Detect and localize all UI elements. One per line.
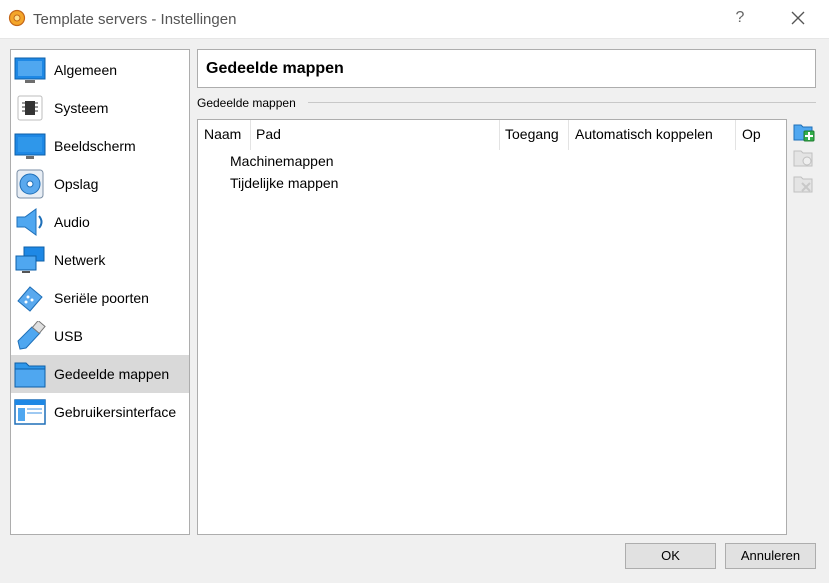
column-separator [568,120,569,150]
shared-folder-icon [14,362,46,388]
tree-item-tijdelijke-mappen[interactable]: Tijdelijke mappen [230,175,338,191]
help-button[interactable]: ? [732,9,748,27]
speaker-icon [16,208,43,236]
sidebar-item-label: Netwerk [54,252,106,268]
chip-icon [17,95,43,121]
remove-shared-folder-icon[interactable] [793,173,815,195]
sidebar-item-beeldscherm[interactable]: Beeldscherm [11,127,189,165]
sidebar-item-systeem[interactable]: Systeem [11,89,189,127]
sidebar-item-algemeen[interactable]: Algemeen [11,51,189,89]
column-separator [499,120,500,150]
add-shared-folder-icon[interactable] [793,121,815,143]
disk-icon [16,169,44,199]
tree-item-machinemappen[interactable]: Machinemappen [230,153,334,169]
sidebar-item-label: Opslag [54,176,99,192]
display-icon [14,133,46,159]
sidebar-item-label: Algemeen [54,62,118,78]
page-title: Gedeelde mappen [206,60,344,77]
sidebar-item-label: Beeldscherm [54,138,136,154]
column-header-automatisch-koppelen[interactable]: Automatisch koppelen [575,126,713,142]
usb-icon [17,321,46,350]
sidebar-item-gedeelde-mappen[interactable]: Gedeelde mappen [11,355,189,393]
sidebar-item-audio[interactable]: Audio [11,203,189,241]
sidebar-item-opslag[interactable]: Opslag [11,165,189,203]
sidebar-item-label: Seriële poorten [54,290,149,306]
virtualbox-icon [8,9,26,27]
sidebar-item-label: Systeem [54,100,109,116]
network-icon [15,246,45,273]
column-separator [735,120,736,150]
window-title: Template servers - Instellingen [33,11,237,28]
column-separator [250,120,251,150]
general-monitor-icon [14,57,46,83]
edit-shared-folder-icon[interactable] [793,147,815,169]
ok-button[interactable]: OK [625,543,716,569]
column-header-naam[interactable]: Naam [204,126,241,142]
group-divider [308,102,816,103]
sidebar-item-seriele-poorten[interactable]: Seriële poorten [11,279,189,317]
page-header: Gedeelde mappen [197,49,816,88]
user-interface-icon [14,399,46,425]
shared-folders-table[interactable]: Naam Pad Toegang Automatisch koppelen Op… [197,119,787,535]
column-header-toegang[interactable]: Toegang [505,126,559,142]
column-header-pad[interactable]: Pad [256,126,281,142]
sidebar-item-label: Gedeelde mappen [54,366,170,382]
close-icon[interactable] [788,8,808,28]
settings-sidebar: Algemeen Systeem Beeldscherm Opslag Audi… [10,49,190,535]
sidebar-item-label: Audio [54,214,90,230]
serial-port-icon [17,286,43,312]
cancel-button[interactable]: Annuleren [725,543,816,569]
group-label: Gedeelde mappen [197,96,296,110]
sidebar-item-netwerk[interactable]: Netwerk [11,241,189,279]
title-bar: Template servers - Instellingen ? [0,0,829,39]
sidebar-item-label: USB [54,328,83,344]
sidebar-item-usb[interactable]: USB [11,317,189,355]
column-header-op[interactable]: Op [742,126,761,142]
sidebar-item-gebruikersinterface[interactable]: Gebruikersinterface [11,393,189,431]
sidebar-item-label: Gebruikersinterface [54,404,177,420]
